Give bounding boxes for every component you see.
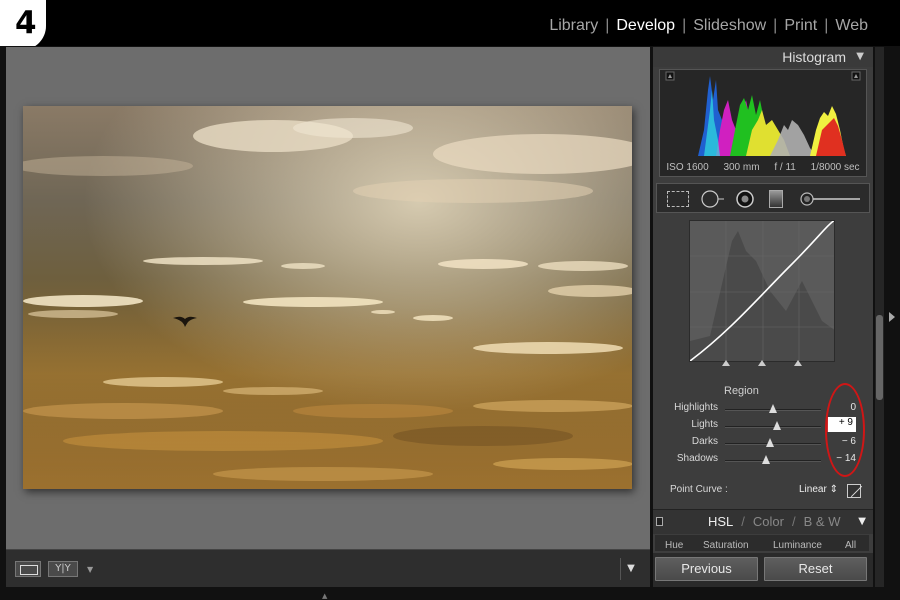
lights-label: Lights [691, 419, 718, 430]
curve-split-handle-shadows[interactable] [722, 360, 730, 366]
shadows-label: Shadows [676, 453, 718, 464]
image-view-area[interactable] [6, 47, 650, 549]
point-curve-label: Point Curve : [670, 484, 728, 495]
subtab-luminance[interactable]: Luminance [773, 540, 822, 551]
previous-button[interactable]: Previous [655, 557, 758, 581]
subtab-saturation[interactable]: Saturation [703, 540, 749, 551]
tab-separator: / [741, 514, 745, 529]
module-separator: | [605, 17, 610, 34]
lights-slider-thumb[interactable] [772, 421, 781, 430]
loupe-view-button[interactable] [15, 561, 41, 577]
histogram-title: Histogram [782, 49, 846, 65]
filmstrip-grip-icon[interactable]: ▲ [322, 592, 327, 600]
histogram-plot [665, 71, 861, 156]
shutter-readout: 1/8000 sec [810, 161, 860, 173]
aperture-readout: f / 11 [774, 161, 796, 173]
toolbar-divider [620, 558, 621, 580]
highlights-slider-thumb[interactable] [769, 404, 777, 413]
collapse-triangle-icon[interactable]: ▼ [858, 516, 866, 527]
module-picker-bar: 4 Library | Develop | Slideshow | Print | Web [0, 0, 900, 50]
subtab-hue[interactable]: Hue [665, 540, 683, 551]
tone-curve-graph[interactable] [689, 220, 835, 362]
tone-curve-plot [690, 221, 834, 361]
tab-separator: / [792, 514, 796, 529]
crop-overlay-icon[interactable] [667, 191, 689, 207]
point-curve-row: Point Curve : Linear ⇕ [655, 477, 869, 503]
region-label: Region [724, 385, 759, 397]
graduated-filter-icon[interactable] [769, 190, 783, 208]
develop-tool-strip [656, 183, 870, 213]
module-web[interactable]: Web [835, 17, 868, 34]
panel-toggle-arrow-icon[interactable] [889, 312, 895, 322]
darks-label: Darks [691, 436, 718, 447]
curve-split-handle-highlights[interactable] [794, 360, 802, 366]
panel-button-bar: Previous Reset [653, 553, 873, 587]
hsl-panel-header[interactable]: HSL / Color / B & W ▼ [653, 509, 873, 534]
reset-button[interactable]: Reset [764, 557, 867, 581]
module-print[interactable]: Print [784, 17, 817, 34]
subtab-all[interactable]: All [845, 540, 856, 551]
panel-switch-icon[interactable] [656, 517, 663, 526]
spot-removal-icon[interactable] [701, 190, 724, 208]
curve-split-handle-midtones[interactable] [758, 360, 766, 366]
point-curve-edit-icon[interactable] [847, 484, 861, 498]
image-toolbar: Y|Y ▼ ▼ [6, 549, 650, 587]
red-eye-icon[interactable] [735, 190, 755, 208]
point-curve-select[interactable]: Linear ⇕ [799, 484, 838, 495]
exif-readout: ISO 1600 300 mm f / 11 1/8000 sec [659, 158, 867, 176]
module-slideshow[interactable]: Slideshow [693, 17, 766, 34]
step-number: 4 [15, 5, 37, 41]
module-separator: | [773, 17, 778, 34]
hsl-subtab-bar: Hue Saturation Luminance All [655, 535, 869, 551]
panel-scrollbar-thumb[interactable] [876, 315, 883, 400]
module-library[interactable]: Library [549, 17, 598, 34]
tab-color[interactable]: Color [753, 514, 784, 529]
module-separator: | [824, 17, 829, 34]
collapse-triangle-icon[interactable]: ▼ [856, 51, 864, 62]
adjustment-brush-icon[interactable] [800, 190, 862, 208]
tab-bw[interactable]: B & W [804, 514, 841, 529]
focal-length-readout: 300 mm [723, 161, 760, 173]
shadows-slider-track[interactable] [725, 460, 821, 462]
darks-slider-thumb[interactable] [766, 438, 775, 447]
chevron-down-icon[interactable]: ▼ [87, 565, 93, 574]
tab-hsl[interactable]: HSL [708, 514, 733, 529]
histogram-header[interactable]: Histogram ▼ [653, 47, 873, 67]
before-after-button[interactable]: Y|Y [48, 561, 78, 577]
photo-preview[interactable] [23, 106, 632, 489]
module-develop[interactable]: Develop [616, 17, 675, 34]
module-separator: | [682, 17, 687, 34]
iso-readout: ISO 1600 [666, 161, 709, 173]
highlights-label: Highlights [674, 402, 718, 413]
shadows-slider-thumb[interactable] [762, 455, 771, 464]
module-picker: Library | Develop | Slideshow | Print | Web [549, 17, 868, 35]
sunset-photo [23, 106, 632, 489]
annotation-circle [825, 383, 865, 477]
step-badge: 4 [0, 0, 46, 50]
toolbar-options-icon[interactable]: ▼ [622, 561, 640, 577]
hsl-tab-group: HSL / Color / B & W [708, 514, 840, 529]
